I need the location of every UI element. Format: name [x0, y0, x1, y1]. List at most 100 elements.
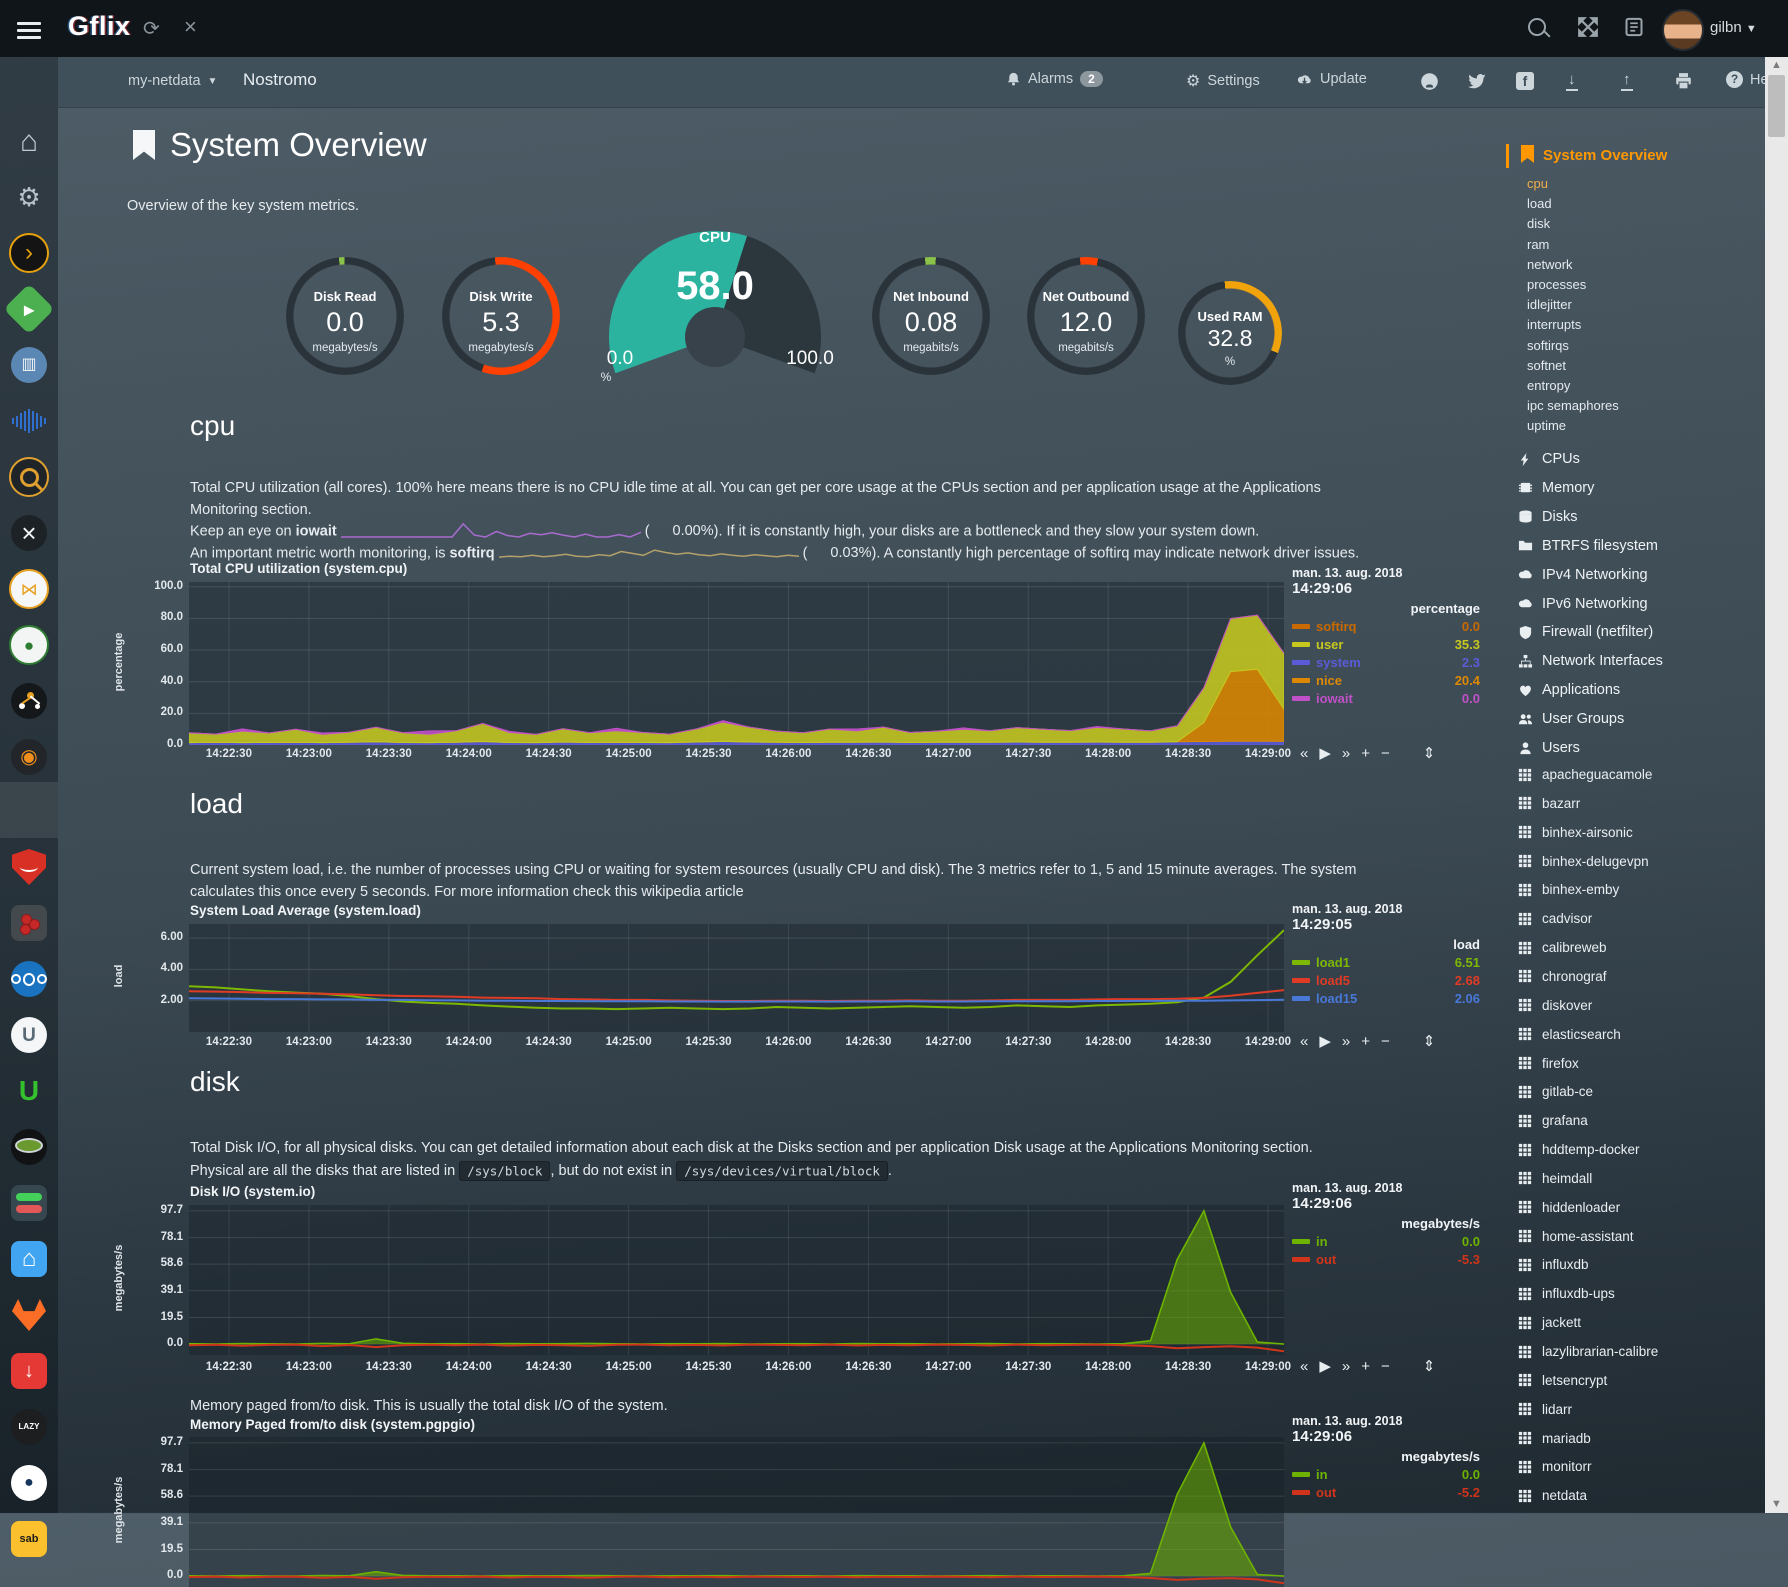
nav-app-influxdb-ups[interactable]: influxdb-ups: [1518, 1286, 1615, 1301]
disk-legend-in[interactable]: in0.0: [1292, 1234, 1480, 1249]
nav-app-elasticsearch[interactable]: elasticsearch: [1518, 1027, 1621, 1042]
pgpgio-legend-out[interactable]: out-5.2: [1292, 1485, 1480, 1500]
airsonic-waveform-icon[interactable]: [9, 401, 49, 441]
load-toolbar-forward-button[interactable]: »: [1342, 1033, 1350, 1050]
disk-legend-out[interactable]: out-5.3: [1292, 1252, 1480, 1267]
nav-app-calibreweb[interactable]: calibreweb: [1518, 940, 1607, 955]
cpu-toolbar-zoom-in-button[interactable]: +: [1361, 745, 1370, 762]
green-u-app-icon[interactable]: U: [9, 1071, 49, 1111]
diskover-plate-icon[interactable]: [9, 1127, 49, 1167]
user-avatar[interactable]: [1662, 9, 1704, 51]
load-toolbar-zoom-in-button[interactable]: +: [1361, 1033, 1370, 1050]
gitlab-icon[interactable]: [9, 1295, 49, 1335]
facebook-icon[interactable]: f: [1516, 72, 1534, 90]
jackett-icon[interactable]: [9, 457, 49, 497]
unifi-icon[interactable]: U: [9, 1015, 49, 1055]
load-toolbar-zoom-out-button[interactable]: −: [1381, 1033, 1390, 1050]
nodes-app-icon[interactable]: [9, 681, 49, 721]
drop-app-icon[interactable]: ●: [9, 1463, 49, 1503]
disk-toolbar-play-button[interactable]: ▶: [1319, 1357, 1331, 1375]
cpu-toolbar-backward-button[interactable]: «: [1300, 745, 1308, 762]
disk-toolbar-backward-button[interactable]: «: [1300, 1358, 1308, 1375]
alarms-button[interactable]: Alarms 2: [1006, 71, 1103, 87]
nav-app-jackett[interactable]: jackett: [1518, 1315, 1581, 1330]
nav-subitem-disk[interactable]: disk: [1527, 216, 1550, 231]
nav-app-heimdall[interactable]: heimdall: [1518, 1171, 1592, 1186]
nav-app-binhex-airsonic[interactable]: binhex-airsonic: [1518, 825, 1633, 840]
pgpgio-chart-plot[interactable]: [189, 1437, 1284, 1587]
changelog-book-icon[interactable]: [1624, 17, 1644, 37]
cpu-toolbar-forward-button[interactable]: »: [1342, 745, 1350, 762]
bowtie-app-icon[interactable]: ⋈: [9, 569, 49, 609]
grafana-icon[interactable]: ◉: [9, 737, 49, 777]
load-legend-load15[interactable]: load152.06: [1292, 991, 1480, 1006]
github-icon[interactable]: [1420, 72, 1439, 91]
monitorr-icon[interactable]: [9, 1183, 49, 1223]
nav-subitem-processes[interactable]: processes: [1527, 277, 1586, 292]
cpu-legend-nice[interactable]: nice20.4: [1292, 673, 1480, 688]
nav-app-mariadb[interactable]: mariadb: [1518, 1431, 1591, 1446]
pgpgio-legend-in[interactable]: in0.0: [1292, 1467, 1480, 1482]
nav-subitem-uptime[interactable]: uptime: [1527, 418, 1566, 433]
nav-subitem-entropy[interactable]: entropy: [1527, 378, 1570, 393]
twitter-icon[interactable]: [1468, 73, 1487, 90]
download-app-icon[interactable]: ↓: [9, 1351, 49, 1391]
nav-app-cadvisor[interactable]: cadvisor: [1518, 911, 1592, 926]
nav-section-ipv4-networking[interactable]: IPv4 Networking: [1518, 567, 1648, 583]
app-logo[interactable]: Gflix: [68, 11, 131, 42]
nav-app-diskover[interactable]: diskover: [1518, 998, 1592, 1013]
home-icon[interactable]: ⌂: [9, 122, 49, 162]
load-legend-load1[interactable]: load16.51: [1292, 955, 1480, 970]
refresh-icon[interactable]: ⟳: [143, 16, 160, 41]
cpu-toolbar-zoom-out-button[interactable]: −: [1381, 745, 1390, 762]
nav-app-monitorr[interactable]: monitorr: [1518, 1459, 1592, 1474]
cpu-legend-user[interactable]: user35.3: [1292, 637, 1480, 652]
disk-chart-plot[interactable]: [189, 1205, 1284, 1355]
update-button[interactable]: Update: [1296, 71, 1367, 87]
settings-gear-icon[interactable]: ⚙: [9, 177, 49, 217]
cpu-toolbar-play-button[interactable]: ▶: [1319, 744, 1331, 762]
disk-toolbar-zoom-out-button[interactable]: −: [1381, 1358, 1390, 1375]
netdata-icon[interactable]: [9, 847, 49, 887]
cpu-chart-plot[interactable]: [189, 582, 1284, 745]
nav-section-user-groups[interactable]: User Groups: [1518, 711, 1624, 727]
cpu-toolbar-resize-handle[interactable]: ⇕: [1423, 744, 1436, 762]
nav-header-system-overview[interactable]: System Overview: [1543, 147, 1667, 164]
nextcloud-icon[interactable]: [9, 959, 49, 999]
nav-subitem-ipc-semaphores[interactable]: ipc semaphores: [1527, 398, 1619, 413]
nav-app-hiddenloader[interactable]: hiddenloader: [1518, 1200, 1620, 1215]
sabnzbd-icon[interactable]: sab: [9, 1519, 49, 1559]
x-app-icon[interactable]: ×: [9, 513, 49, 553]
nav-section-network-interfaces[interactable]: Network Interfaces: [1518, 653, 1663, 669]
nav-app-bazarr[interactable]: bazarr: [1518, 796, 1580, 811]
disk-toolbar-forward-button[interactable]: »: [1342, 1358, 1350, 1375]
library-app-icon[interactable]: ▥: [9, 345, 49, 385]
nav-app-influxdb[interactable]: influxdb: [1518, 1257, 1589, 1272]
nav-subitem-interrupts[interactable]: interrupts: [1527, 317, 1581, 332]
cpu-legend-iowait[interactable]: iowait0.0: [1292, 691, 1480, 706]
mariadb-icon[interactable]: [9, 903, 49, 943]
nav-subitem-network[interactable]: network: [1527, 257, 1573, 272]
user-menu[interactable]: gilbn ▼: [1710, 19, 1757, 36]
scrollbar-thumb[interactable]: [1768, 75, 1785, 137]
cpu-legend-softirq[interactable]: softirq0.0: [1292, 619, 1480, 634]
deluge-icon[interactable]: ●: [9, 625, 49, 665]
cpu-legend-system[interactable]: system2.3: [1292, 655, 1480, 670]
plex-icon[interactable]: ›: [9, 233, 49, 273]
nav-app-binhex-emby[interactable]: binhex-emby: [1518, 882, 1619, 897]
home-assistant-icon[interactable]: ⌂: [9, 1239, 49, 1279]
nav-subitem-ram[interactable]: ram: [1527, 237, 1549, 252]
close-tab-icon[interactable]: ×: [184, 14, 197, 40]
nav-app-grafana[interactable]: grafana: [1518, 1113, 1588, 1128]
search-icon[interactable]: [1528, 18, 1546, 36]
import-snapshot-icon[interactable]: ↓: [1566, 71, 1578, 91]
print-icon[interactable]: [1674, 72, 1693, 90]
nav-subitem-softirqs[interactable]: softirqs: [1527, 338, 1569, 353]
load-toolbar-resize-handle[interactable]: ⇕: [1423, 1032, 1436, 1050]
scrollbar-down-arrow[interactable]: ▼: [1771, 1498, 1782, 1510]
fullscreen-arrows-icon[interactable]: [1578, 17, 1598, 37]
load-legend-load5[interactable]: load52.68: [1292, 973, 1480, 988]
nav-subitem-idlejitter[interactable]: idlejitter: [1527, 297, 1572, 312]
lazylibrarian-icon[interactable]: LAZY: [9, 1407, 49, 1447]
nav-section-ipv6-networking[interactable]: IPv6 Networking: [1518, 596, 1648, 612]
